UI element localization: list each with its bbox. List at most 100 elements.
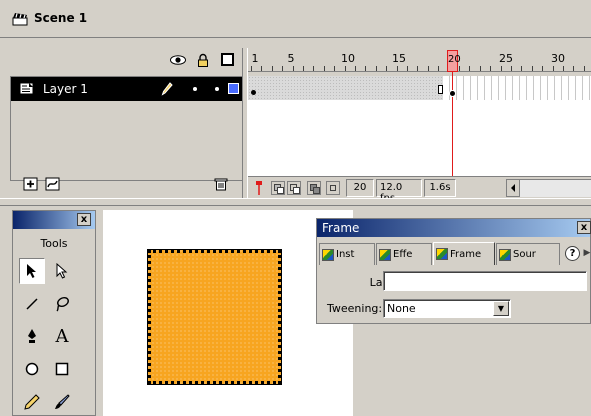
frame-ruler[interactable]: 1 5 10 15 25 30 [248,50,591,72]
rectangle-tool-icon [55,362,69,376]
rectangle-tool[interactable] [49,356,75,382]
ruler-tick [490,66,492,71]
empty-frame-cells[interactable] [443,76,591,100]
scene-title[interactable]: Scene 1 [34,11,87,25]
frames-grid[interactable] [248,76,591,176]
tab-sound[interactable]: Sour [496,243,560,265]
selected-rectangle-shape[interactable] [147,249,282,385]
visibility-dot[interactable] [193,87,197,91]
brush-tool-icon [55,394,70,409]
pen-tool[interactable] [19,323,45,349]
tab-instance[interactable]: Inst [319,243,375,265]
ruler-tick [303,66,304,71]
elapsed-time-field: 1.6s [424,179,456,197]
frame-label-input[interactable] [383,271,587,291]
tools-label: Tools [40,237,68,250]
frame-properties-panel: Frame x Inst Effe Frame Sour ? ▶ Label: [316,218,591,324]
add-layer-icon[interactable] [23,177,38,191]
panel-tabs: Inst Effe Frame Sour ? ▶ [319,242,591,265]
layer-color-swatch[interactable] [228,83,239,94]
playhead-frame-number: 20 [448,54,461,65]
modify-onion-markers-icon[interactable] [326,181,340,195]
chevron-left-icon [511,184,515,192]
ruler-tick [542,66,544,71]
tools-panel: x Tools A [12,210,96,416]
subselect-tool[interactable] [49,258,75,284]
ruler-tick-label: 30 [551,52,565,65]
ruler-tick [573,66,575,71]
tweening-value: None [387,302,416,315]
frame-panel-titlebar[interactable]: Frame x [317,219,591,237]
ruler-tick [438,66,440,71]
clapper-icon [12,13,28,26]
tweening-select[interactable]: None ▼ [383,299,511,318]
tab-frame[interactable]: Frame [433,242,495,265]
scene-bar: Scene 1 [0,0,591,38]
ruler-tick [261,66,263,71]
timeline-panel: Layer 1 1 5 10 15 25 30 20 20 12.0 1.6s [0,38,591,204]
frame-rate-field[interactable]: 12.0 fps [376,179,422,204]
outline-square-icon[interactable] [221,53,234,66]
tab-label: Inst [336,249,355,260]
end-frame-marker [438,85,443,94]
pencil-tool[interactable] [19,389,45,415]
ruler-tick-label: 5 [287,52,295,65]
close-icon[interactable]: x [577,221,591,234]
ruler-tick-label: 25 [499,52,513,65]
lock-icon[interactable] [197,53,209,67]
help-icon[interactable]: ? [565,246,580,261]
onion-skin-icon[interactable] [271,181,285,195]
add-motion-guide-icon[interactable] [45,177,60,191]
frame-icon [436,248,448,260]
effect-icon [379,248,391,261]
lasso-tool[interactable] [49,291,75,317]
playhead-line [452,72,453,181]
ruler-tick [459,66,460,71]
trash-icon[interactable] [214,177,228,191]
ruler-tick [344,66,346,71]
lock-dot[interactable] [215,87,219,91]
chevron-down-icon[interactable]: ▼ [493,301,509,316]
layer-header [10,50,242,72]
chevron-right-icon[interactable]: ▶ [582,246,591,261]
center-frame-icon[interactable] [254,180,264,196]
current-frame-field: 20 [346,179,374,197]
timeline-scrollbar[interactable] [520,179,591,197]
tab-effect[interactable]: Effe [376,243,432,265]
ruler-tick [282,66,284,71]
line-tool[interactable] [19,291,45,317]
sound-icon [499,248,511,261]
pen-tool-icon [28,329,36,343]
frame-panel-title: Frame [322,221,360,235]
layers-list: Layer 1 [10,76,243,181]
panel-divider[interactable] [0,198,591,206]
instance-icon [322,248,334,261]
ruler-tick [292,66,294,71]
arrow-tool[interactable] [19,258,45,284]
edit-multiple-frames-icon[interactable] [307,181,321,195]
ruler-tick [500,66,502,71]
keyframe-dot[interactable] [251,90,256,95]
subselect-tool-icon [56,263,68,279]
ruler-tick [417,66,419,71]
scroll-left-button[interactable] [506,179,520,197]
playhead[interactable]: 20 [447,50,461,72]
arrow-tool-icon [27,264,36,278]
layer-frame-row[interactable] [248,76,591,100]
onion-skin-outlines-icon[interactable] [287,181,301,195]
ruler-tick-label: 15 [392,52,406,65]
ruler-tick-label: 1 [251,52,259,65]
eye-icon[interactable] [170,55,186,65]
pencil-tool-icon [24,394,40,410]
oval-tool[interactable] [19,356,45,382]
layer-page-icon [19,82,34,95]
timeline-status-bar: 20 12.0 fps 1.6s [248,176,591,204]
ruler-tick [271,66,273,71]
close-icon[interactable]: x [77,213,91,226]
brush-tool[interactable] [49,389,75,415]
layer-row[interactable]: Layer 1 [11,77,243,101]
ruler-tick [469,66,471,71]
tools-titlebar[interactable]: x [13,211,95,229]
frame-span[interactable] [248,76,443,100]
text-tool[interactable]: A [49,323,75,349]
